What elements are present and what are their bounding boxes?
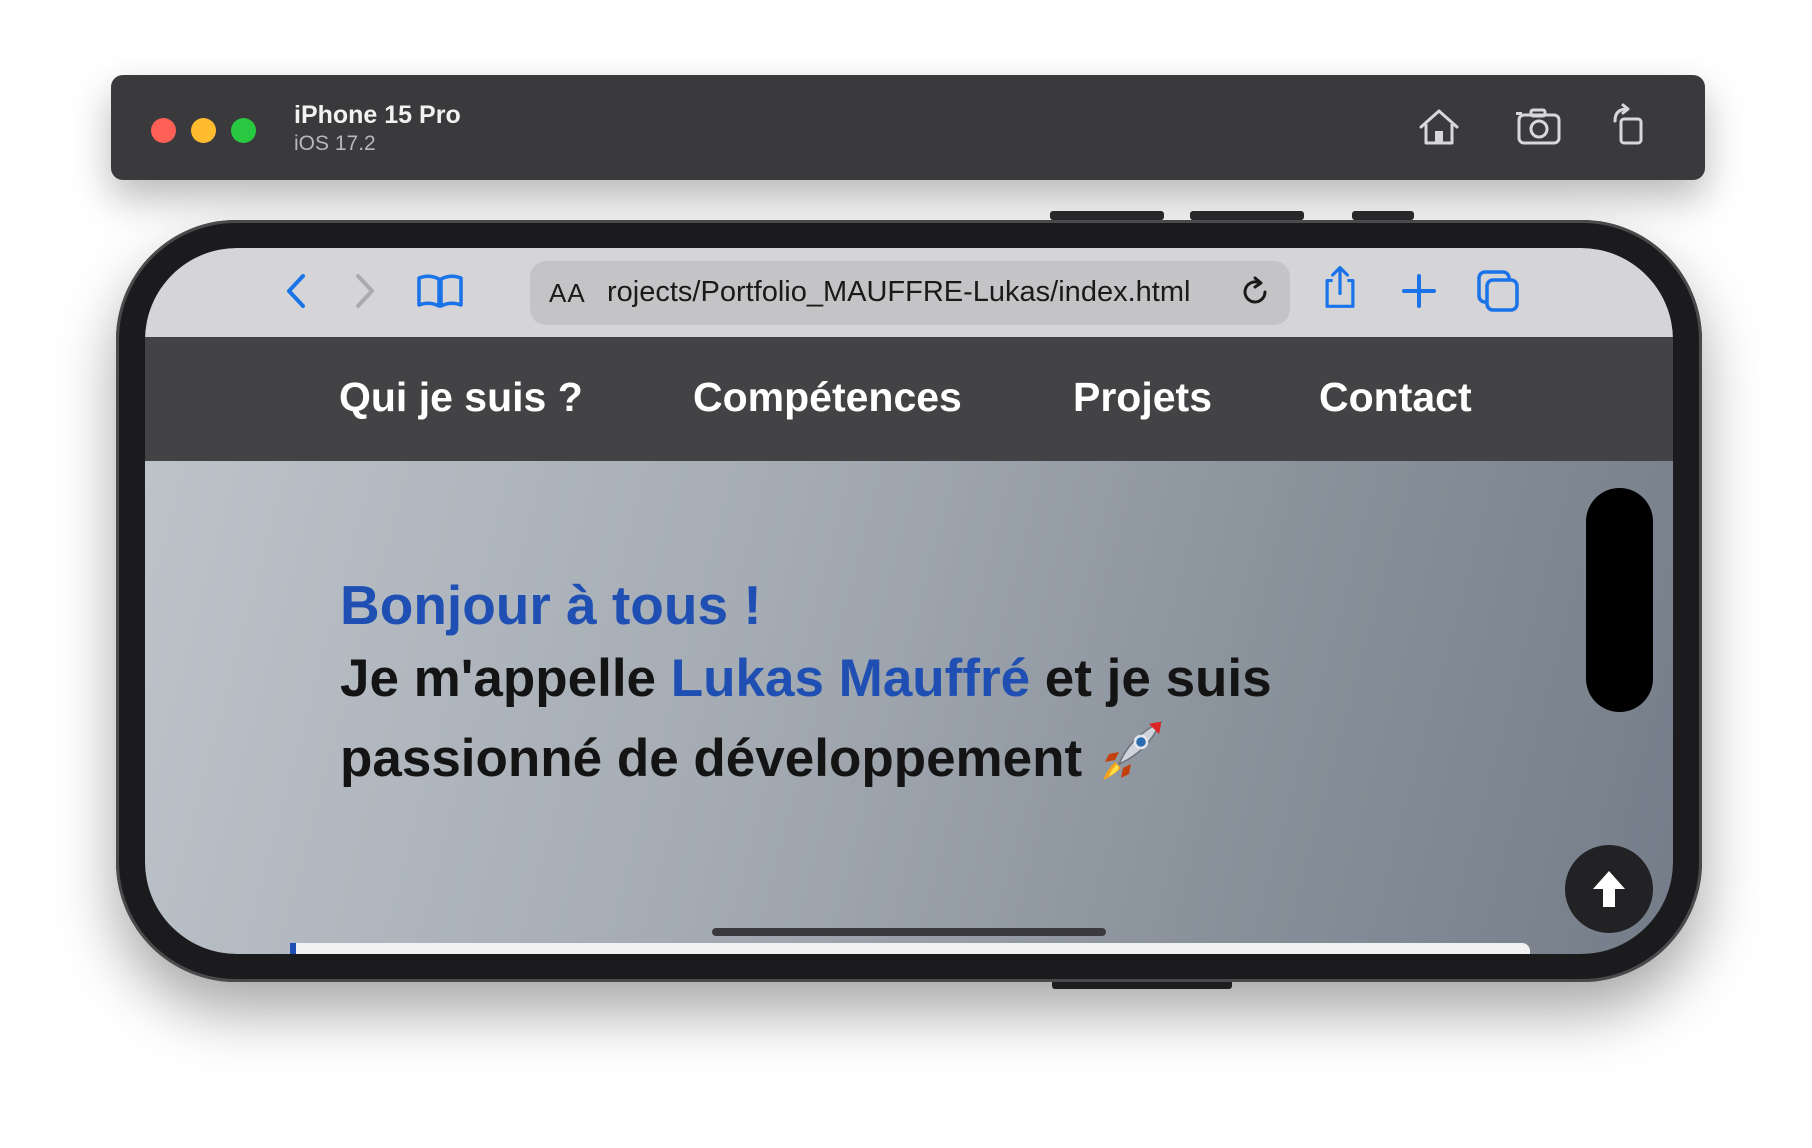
bookmarks-book-icon bbox=[417, 274, 463, 308]
text-size-label: AA bbox=[549, 278, 586, 308]
nav-link-contact[interactable]: Contact bbox=[1319, 374, 1472, 421]
rocket-emoji-icon bbox=[1102, 720, 1163, 780]
hero-section: Bonjour à tous ! Je m'appelle Lukas Mauf… bbox=[145, 461, 1673, 954]
greeting-heading: Bonjour à tous ! bbox=[340, 574, 762, 636]
address-bar[interactable]: AA rojects/Portfolio_MAUFFRE-Lukas/index… bbox=[530, 261, 1290, 325]
home-button[interactable] bbox=[1415, 103, 1463, 151]
text-size-button[interactable]: AA bbox=[549, 278, 586, 309]
share-button[interactable] bbox=[1320, 264, 1360, 310]
share-icon bbox=[1325, 266, 1355, 308]
rotate-button[interactable] bbox=[1607, 103, 1655, 151]
reload-icon[interactable] bbox=[1238, 275, 1272, 309]
scroll-to-top-button[interactable] bbox=[1565, 845, 1653, 933]
intro-text: Je m'appelle Lukas Mauffré et je suis pa… bbox=[340, 641, 1400, 796]
home-indicator bbox=[712, 928, 1106, 936]
volume-button bbox=[1190, 211, 1304, 220]
back-button[interactable] bbox=[281, 268, 311, 314]
author-name: Lukas Mauffré bbox=[670, 649, 1031, 708]
tabs-button[interactable] bbox=[1475, 268, 1521, 314]
os-version: iOS 17.2 bbox=[294, 132, 376, 155]
bookmarks-button[interactable] bbox=[415, 268, 465, 314]
intro-before: Je m'appelle bbox=[340, 649, 671, 708]
volume-button bbox=[1050, 211, 1164, 220]
rotate-icon bbox=[1613, 103, 1643, 145]
back-chevron-icon bbox=[287, 274, 305, 308]
forward-chevron-icon bbox=[356, 274, 374, 308]
home-icon bbox=[1419, 109, 1459, 145]
forward-button[interactable] bbox=[350, 268, 380, 314]
url-text[interactable]: rojects/Portfolio_MAUFFRE-Lukas/index.ht… bbox=[607, 276, 1219, 309]
nav-link-competences[interactable]: Compétences bbox=[693, 374, 962, 421]
iphone-screen: AA rojects/Portfolio_MAUFFRE-Lukas/index… bbox=[145, 248, 1673, 954]
screenshot-camera-icon bbox=[1516, 108, 1561, 145]
arrow-up-icon bbox=[1593, 871, 1625, 907]
tabs-icon bbox=[1477, 270, 1519, 312]
nav-link-qui-je-suis[interactable]: Qui je suis ? bbox=[339, 374, 583, 421]
nav-link-projets[interactable]: Projets bbox=[1073, 374, 1212, 421]
zoom-window-button[interactable] bbox=[231, 118, 256, 143]
minimize-window-button[interactable] bbox=[191, 118, 216, 143]
page-bottom-strip bbox=[290, 943, 1530, 954]
screenshot-button[interactable] bbox=[1515, 103, 1563, 151]
new-tab-plus-icon bbox=[1402, 274, 1436, 308]
device-name: iPhone 15 Pro bbox=[294, 101, 461, 129]
dynamic-island bbox=[1586, 488, 1653, 712]
simulator-title-bar: iPhone 15 Pro iOS 17.2 bbox=[111, 75, 1705, 180]
new-tab-button[interactable] bbox=[1399, 268, 1439, 314]
site-navigation: Qui je suis ? Compétences Projets Contac… bbox=[145, 337, 1673, 461]
safari-toolbar: AA rojects/Portfolio_MAUFFRE-Lukas/index… bbox=[145, 248, 1673, 337]
close-window-button[interactable] bbox=[151, 118, 176, 143]
action-button bbox=[1352, 211, 1414, 220]
